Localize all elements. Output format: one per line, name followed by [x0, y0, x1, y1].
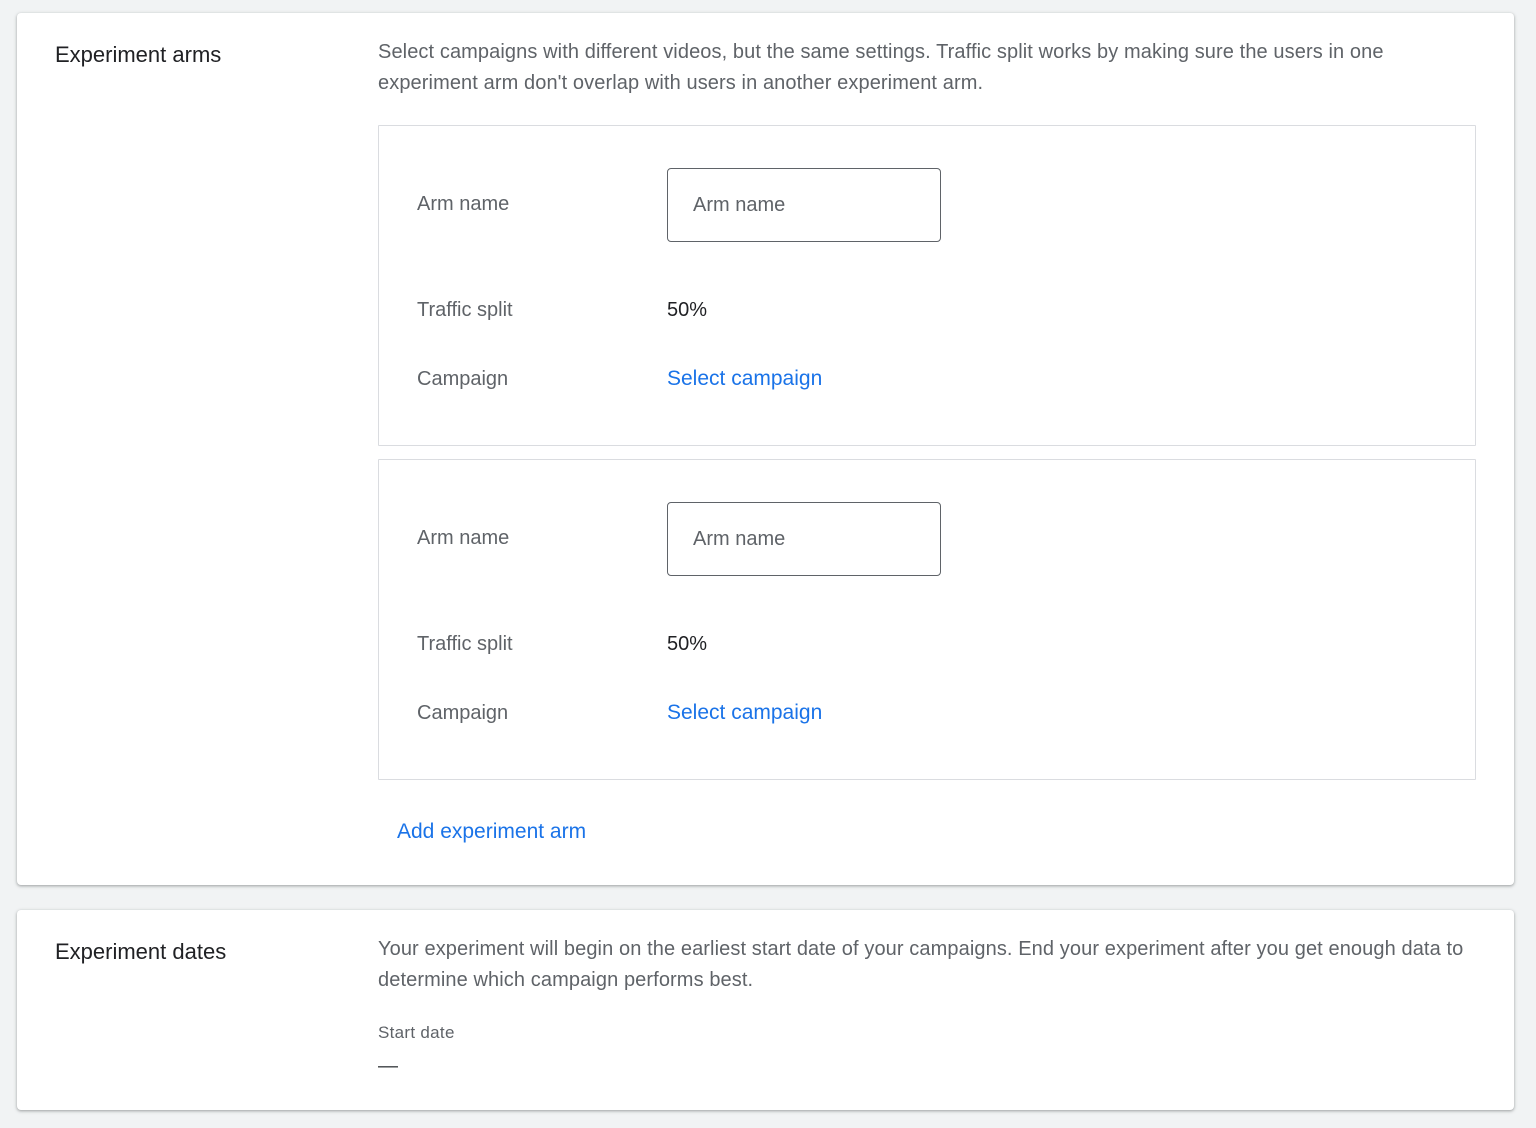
experiment-arm-2: Arm name Traffic split 50% Campaign Sele… [378, 459, 1476, 780]
arm-name-label: Arm name [417, 527, 510, 549]
traffic-split-label: Traffic split [417, 633, 513, 655]
add-experiment-arm-button[interactable]: Add experiment arm [397, 818, 586, 846]
campaign-label: Campaign [417, 702, 509, 724]
experiment-arms-card: Experiment arms Select campaigns with di… [17, 13, 1514, 885]
experiment-arm-1: Arm name Traffic split 50% Campaign Sele… [378, 125, 1476, 446]
arm-name-label: Arm name [417, 193, 510, 215]
experiment-dates-card: Experiment dates Your experiment will be… [17, 910, 1514, 1110]
select-campaign-link[interactable]: Select campaign [667, 699, 822, 727]
select-campaign-link[interactable]: Select campaign [667, 365, 822, 393]
start-date-label: Start date [378, 1023, 455, 1042]
traffic-split-value: 50% [667, 633, 708, 655]
arm-name-input[interactable] [667, 168, 941, 242]
experiment-arms-description: Select campaigns with different videos, … [378, 41, 1384, 94]
experiment-dates-title: Experiment dates [55, 939, 227, 964]
traffic-split-label: Traffic split [417, 299, 513, 321]
start-date-value: — [378, 1055, 398, 1077]
experiment-arms-title: Experiment arms [55, 42, 222, 67]
traffic-split-value: 50% [667, 299, 708, 321]
arm-name-input[interactable] [667, 502, 941, 576]
experiment-dates-description: Your experiment will begin on the earlie… [378, 938, 1464, 991]
campaign-label: Campaign [417, 368, 509, 390]
